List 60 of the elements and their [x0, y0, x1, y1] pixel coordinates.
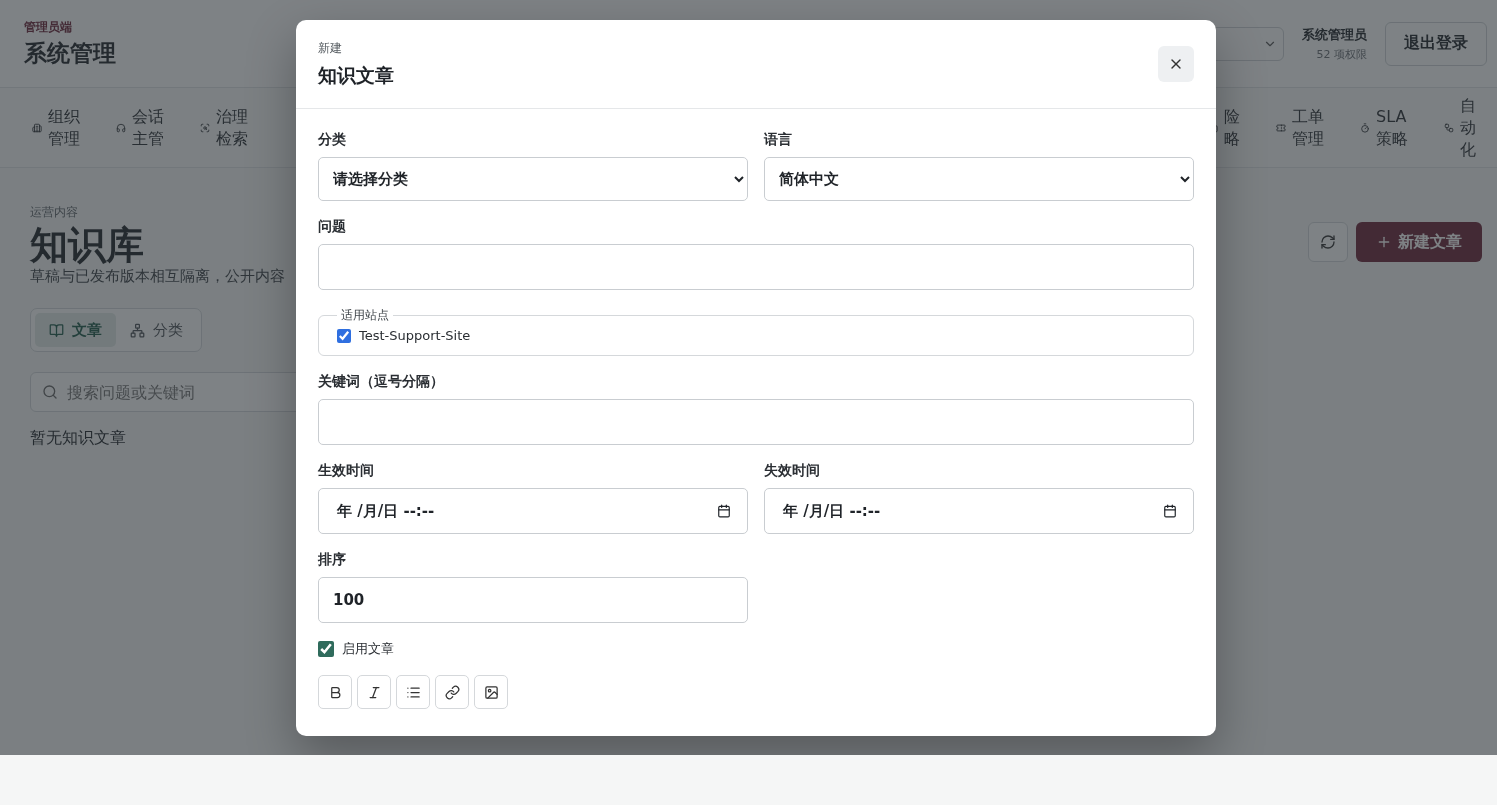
view-tab[interactable]: 分类	[116, 313, 197, 347]
list-icon	[405, 684, 421, 700]
calendar-icon	[717, 504, 731, 518]
link-icon	[444, 684, 460, 700]
format-button[interactable]	[474, 675, 508, 709]
app-title: 系统管理	[24, 38, 116, 68]
enable-checkbox[interactable]	[318, 641, 334, 657]
nav-item[interactable]: SLA 策略	[1376, 105, 1408, 150]
close-button[interactable]	[1158, 46, 1194, 82]
user-name: 系统管理员	[1302, 25, 1367, 44]
dialog-title: 知识文章	[318, 62, 394, 88]
site-checkbox[interactable]	[337, 328, 351, 343]
group-legend: 适用站点	[337, 307, 393, 324]
nav-item[interactable]: 险 略	[1224, 105, 1240, 150]
checkbox-label: Test-Support-Site	[359, 328, 471, 343]
field-label: 语言	[764, 131, 793, 149]
format-button[interactable]	[435, 675, 469, 709]
sort-field[interactable]: 100	[318, 577, 748, 623]
logout-button[interactable]: 退出登录	[1385, 21, 1487, 66]
checkbox-label: 启用文章	[342, 640, 394, 658]
new-article-button[interactable]: 新建文章	[1356, 222, 1482, 262]
refresh-icon	[1320, 234, 1336, 250]
language-select[interactable]: 简体中文	[764, 157, 1194, 201]
nav-item[interactable]: 工单 管理	[1292, 105, 1324, 150]
page-title: 知识库	[30, 223, 144, 267]
field-label: 问题	[318, 218, 347, 236]
nav-item[interactable]: 自 动 化	[1460, 94, 1476, 161]
refresh-button[interactable]	[1308, 222, 1348, 262]
headphones-icon	[116, 122, 126, 133]
field-label: 排序	[318, 551, 347, 569]
hierarchy-icon	[130, 322, 145, 338]
nav-item[interactable]: 组织 管理	[48, 105, 80, 150]
image-icon	[483, 684, 499, 700]
format-button[interactable]	[396, 675, 430, 709]
view-tab[interactable]: 文章	[35, 313, 116, 347]
datetime-field[interactable]: 年 /月/日 --:--	[318, 488, 748, 534]
ticket-icon	[1276, 122, 1286, 133]
field-label: 分类	[318, 131, 347, 149]
section-label: 运营内容	[30, 204, 78, 221]
dialog-eyebrow: 新建	[318, 39, 343, 57]
plus-icon	[1376, 234, 1392, 250]
workflow-icon	[1444, 122, 1454, 133]
field-label: 生效时间	[318, 462, 375, 480]
book-icon	[49, 322, 64, 338]
search-icon	[42, 384, 58, 400]
nav-item[interactable]: 会话 主管	[132, 105, 164, 150]
italic-icon	[366, 684, 382, 700]
empty-message: 暂无知识文章	[30, 428, 126, 449]
nav-item[interactable]: 治理 检索	[216, 105, 248, 150]
keywords-field[interactable]	[318, 399, 1194, 445]
category-select[interactable]: 请选择分类	[318, 157, 748, 201]
format-button[interactable]	[318, 675, 352, 709]
datetime-field[interactable]: 年 /月/日 --:--	[764, 488, 1194, 534]
field-label: 失效时间	[764, 462, 821, 480]
question-field[interactable]	[318, 244, 1194, 290]
timer-icon	[1360, 122, 1370, 133]
brand-label: 管理员端	[24, 18, 73, 36]
calendar-icon	[1163, 504, 1177, 518]
page-description: 草稿与已发布版本相互隔离，公开内容	[30, 267, 285, 286]
scan-icon	[200, 122, 210, 133]
